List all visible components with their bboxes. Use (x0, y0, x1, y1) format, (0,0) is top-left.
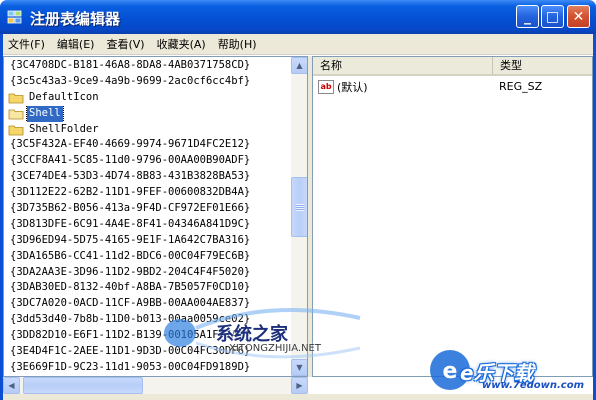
chevron-up-icon: ▲ (296, 61, 303, 70)
chevron-left-icon: ◀ (8, 381, 15, 390)
open-folder-icon (8, 109, 24, 120)
tree-item-label: {3D735B62-B056-413a-9F4D-CF972EF01E66} (10, 202, 251, 215)
menu-view[interactable]: 查看(V) (101, 36, 151, 52)
window-title: 注册表编辑器 (30, 10, 121, 28)
tree-key-item[interactable]: {3D813DFE-6C91-4A4E-8F41-04346A841D9C} (4, 217, 291, 233)
tree-item-label: {3DA165B6-CC41-11d2-BDC6-00C04F79EC6B} (10, 249, 251, 262)
tree-item-label: Shell (26, 105, 64, 122)
status-bar (3, 394, 593, 400)
tree-key-item[interactable]: {3DA2AA3E-3D96-11D2-9BD2-204C4F4F5020} (4, 265, 291, 281)
ab-string-icon: ab (318, 79, 334, 94)
tree-item-label: {3D96ED94-5D75-4165-9E1F-1A642C7BA316} (10, 233, 251, 246)
tree-key-item[interactable]: {3CCF8A41-5C85-11d0-9796-00AA00B90ADF} (4, 153, 291, 169)
svg-text:e: e (443, 359, 458, 384)
menu-file[interactable]: 文件(F) (3, 36, 52, 52)
column-headers: 名称 类型 (313, 57, 592, 76)
close-button[interactable]: ✕ (567, 5, 590, 28)
tree-item-label: {3CE74DE4-53D3-4D74-8B83-431B3828BA53} (10, 170, 251, 183)
tree-folder-item[interactable]: ShellFolder (4, 122, 291, 138)
menu-bar: 文件(F) 编辑(E) 查看(V) 收藏夹(A) 帮助(H) (3, 34, 593, 55)
tree-item-label: {3c5c43a3-9ce9-4a9b-9699-2ac0cf6cc4bf} (10, 74, 251, 87)
menu-favorites[interactable]: 收藏夹(A) (152, 36, 213, 52)
tree-key-item[interactable]: {3D735B62-B056-413a-9F4D-CF972EF01E66} (4, 201, 291, 217)
title-bar[interactable]: 注册表编辑器 _ □ ✕ (0, 0, 596, 34)
tree-key-item[interactable]: {3c5c43a3-9ce9-4a9b-9699-2ac0cf6cc4bf} (4, 74, 291, 90)
watermark-site-url: XITONGZHIJIA.NET (229, 343, 321, 354)
folder-icon (8, 93, 24, 104)
tree-item-label: ShellFolder (29, 122, 99, 135)
tree-item-label: {3C4708DC-B181-46A8-8DA8-4AB0371758CD} (10, 59, 251, 71)
folder-icon (8, 125, 24, 135)
tree-key-item[interactable]: {3D112E22-62B2-11D1-9FEF-00600832DB4A} (4, 185, 291, 201)
grip-icon (295, 203, 304, 211)
tree-key-item[interactable]: {3CE74DE4-53D3-4D74-8B83-431B3828BA53} (4, 169, 291, 185)
maximize-icon: □ (545, 8, 560, 25)
value-name: (默认) (337, 80, 368, 94)
menu-help[interactable]: 帮助(H) (213, 36, 264, 52)
maximize-button[interactable]: □ (541, 5, 564, 28)
tree-item-label: {3CCF8A41-5C85-11d0-9796-00AA00B90ADF} (10, 154, 251, 167)
chevron-right-icon: ▶ (296, 381, 303, 390)
tree-folder-item[interactable]: DefaultIcon (4, 90, 291, 106)
scroll-left-button[interactable]: ◀ (3, 377, 20, 394)
tree-item-label: {3C5F432A-EF40-4669-9974-9671D4FC2E12} (10, 138, 251, 151)
scroll-right-button[interactable]: ▶ (291, 377, 308, 394)
tree-horizontal-scrollbar[interactable]: ◀ ▶ (3, 377, 308, 394)
menu-edit[interactable]: 编辑(E) (52, 36, 102, 52)
minimize-icon: _ (524, 8, 531, 25)
tree-key-item[interactable]: {3C4708DC-B181-46A8-8DA8-4AB0371758CD} (4, 58, 291, 74)
tree-item-label: {3D813DFE-6C91-4A4E-8F41-04346A841D9C} (10, 217, 251, 230)
watermark-download-url: www.7edown.com (482, 380, 585, 391)
horizontal-scroll-thumb[interactable] (23, 377, 143, 394)
value-type: REG_SZ (499, 80, 543, 93)
tree-key-item[interactable]: {3C5F432A-EF40-4669-9974-9671D4FC2E12} (4, 137, 291, 153)
value-row[interactable]: ab (默认) REG_SZ (313, 78, 592, 95)
scroll-thumb[interactable] (291, 177, 307, 237)
column-header-name[interactable]: 名称 (313, 57, 493, 74)
close-icon: ✕ (572, 8, 585, 25)
tree-key-item[interactable]: {3DA165B6-CC41-11d2-BDC6-00C04F79EC6B} (4, 249, 291, 265)
registry-editor-app-icon (7, 10, 22, 24)
tree-item-label: DefaultIcon (29, 90, 99, 103)
column-header-type[interactable]: 类型 (493, 57, 592, 74)
tree-item-label: {3D112E22-62B2-11D1-9FEF-00600832DB4A} (10, 186, 251, 199)
minimize-button[interactable]: _ (516, 5, 539, 28)
tree-item-label: {3DA2AA3E-3D96-11D2-9BD2-204C4F4F5020} (10, 265, 251, 278)
scroll-up-button[interactable]: ▲ (291, 57, 307, 74)
tree-key-item[interactable]: {3D96ED94-5D75-4165-9E1F-1A642C7BA316} (4, 233, 291, 249)
tree-folder-item[interactable]: Shell (4, 105, 291, 122)
